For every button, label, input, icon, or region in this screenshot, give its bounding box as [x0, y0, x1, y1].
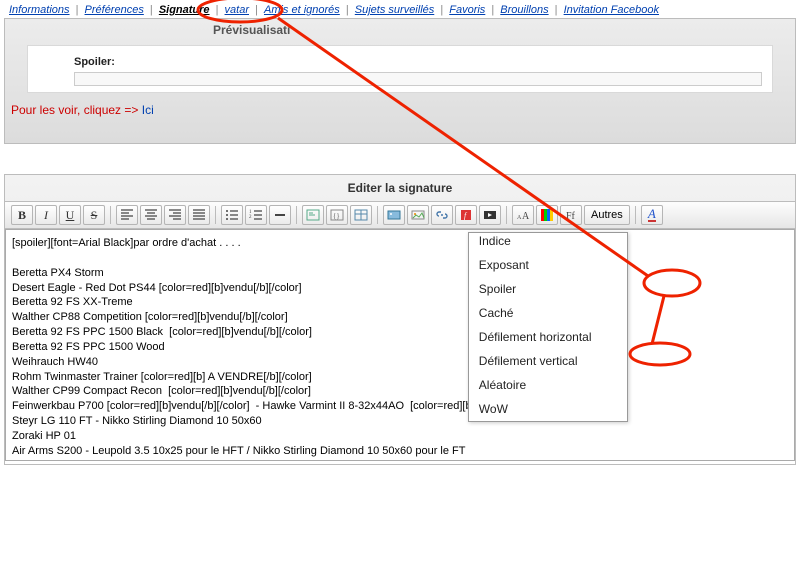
font-size-button[interactable]: AA [512, 205, 534, 225]
spoiler-collapsed-box[interactable] [74, 72, 762, 86]
tab-preferences[interactable]: Préférences [82, 4, 147, 16]
dropdown-item-random[interactable]: Aléatoire [469, 373, 627, 397]
dropdown-item-spoiler[interactable]: Spoiler [469, 277, 627, 301]
dropdown-item-wow[interactable]: WoW [469, 397, 627, 421]
list-bullet-button[interactable] [221, 205, 243, 225]
others-button[interactable]: Autres [584, 205, 630, 225]
editor-title: Editer la signature [5, 175, 795, 201]
svg-text:A: A [522, 211, 530, 222]
tab-avatar[interactable]: vatar [222, 4, 252, 16]
align-center-button[interactable] [140, 205, 162, 225]
align-right-button[interactable] [164, 205, 186, 225]
tab-facebook[interactable]: Invitation Facebook [561, 4, 662, 16]
code-button[interactable]: {} [326, 205, 348, 225]
hint-red-text: Pour les voir, cliquez => [11, 103, 142, 117]
tab-separator: | [488, 4, 497, 16]
table-button[interactable] [350, 205, 372, 225]
signature-textarea[interactable] [5, 229, 795, 461]
list-numbered-button[interactable]: 12 [245, 205, 267, 225]
strike-button[interactable]: S [83, 205, 105, 225]
tab-signature[interactable]: Signature [156, 4, 213, 16]
editor-toolbar: B I U S 12 {} [5, 201, 795, 229]
toolbar-divider [215, 206, 216, 224]
svg-text:2: 2 [249, 215, 252, 220]
quote-button[interactable] [302, 205, 324, 225]
link-button[interactable] [431, 205, 453, 225]
tab-friends[interactable]: Amis et ignorés [261, 4, 343, 16]
tab-favorites[interactable]: Favoris [446, 4, 488, 16]
tab-separator: | [343, 4, 352, 16]
preview-panel: Prévisualisati Spoiler: Pour les voir, c… [4, 18, 796, 144]
dropdown-item-scroll-h[interactable]: Défilement horizontal [469, 325, 627, 349]
spoiler-label: Spoiler: [74, 56, 762, 68]
preview-title: Prévisualisati [205, 19, 795, 41]
underline-button[interactable]: U [59, 205, 81, 225]
tab-separator: | [552, 4, 561, 16]
others-dropdown: Indice Exposant Spoiler Caché Défilement… [468, 232, 628, 422]
video-button[interactable] [479, 205, 501, 225]
hint-text: Pour les voir, cliquez => Ici [11, 103, 789, 117]
dropdown-item-exposant[interactable]: Exposant [469, 253, 627, 277]
tab-drafts[interactable]: Brouillons [497, 4, 551, 16]
editor-body [5, 229, 795, 464]
svg-text:Ff: Ff [566, 211, 576, 222]
svg-text:{}: {} [333, 212, 340, 220]
hr-button[interactable] [269, 205, 291, 225]
toolbar-divider [506, 206, 507, 224]
toolbar-divider [635, 206, 636, 224]
toolbar-divider [377, 206, 378, 224]
tab-informations[interactable]: Informations [6, 4, 73, 16]
preview-body: Spoiler: [27, 45, 773, 93]
hint-link[interactable]: Ici [142, 103, 154, 117]
font-style-button[interactable]: A [641, 205, 663, 225]
tab-separator: | [213, 4, 222, 16]
tab-separator: | [437, 4, 446, 16]
image-button[interactable] [407, 205, 429, 225]
dropdown-item-indice[interactable]: Indice [469, 229, 627, 253]
tab-separator: | [252, 4, 261, 16]
italic-button[interactable]: I [35, 205, 57, 225]
tab-separator: | [147, 4, 156, 16]
signature-editor: Editer la signature B I U S 12 [4, 174, 796, 465]
dropdown-item-cache[interactable]: Caché [469, 301, 627, 325]
toolbar-divider [110, 206, 111, 224]
align-left-button[interactable] [116, 205, 138, 225]
host-image-button[interactable] [383, 205, 405, 225]
bold-button[interactable]: B [11, 205, 33, 225]
dropdown-item-scroll-v[interactable]: Défilement vertical [469, 349, 627, 373]
toolbar-divider [296, 206, 297, 224]
tab-separator: | [73, 4, 82, 16]
flash-button[interactable]: f [455, 205, 477, 225]
font-color-button[interactable] [536, 205, 558, 225]
tab-watched[interactable]: Sujets surveillés [352, 4, 437, 16]
font-family-button[interactable]: Ff [560, 205, 582, 225]
align-justify-button[interactable] [188, 205, 210, 225]
profile-tabs: Informations | Préférences | Signature |… [0, 0, 800, 18]
